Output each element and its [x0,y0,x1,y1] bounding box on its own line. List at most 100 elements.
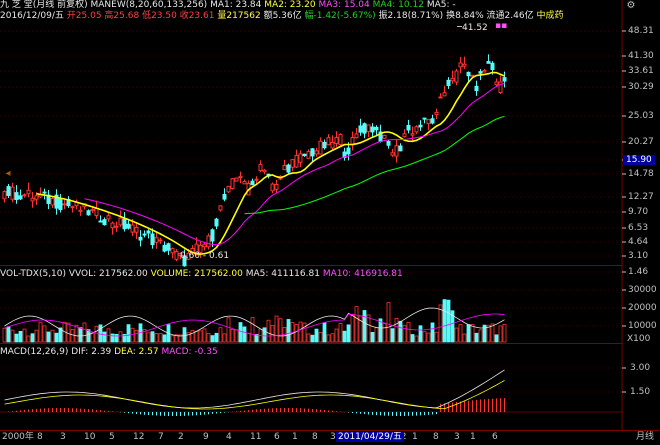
settings-icon[interactable]: ⚙ [624,0,638,12]
candle-body [138,236,143,241]
indicator-label[interactable]: MANEW(8,20,60,133,256) [91,0,208,10]
volume-bar [26,335,31,343]
volume-bar [238,322,243,343]
volume-bar [434,331,439,343]
dif-label: DIF: 2.39 [71,347,112,357]
macd-tick-label: 3.00 [630,363,651,373]
low-marker-extra: - 0.61 [202,251,230,261]
volume-bar [126,324,131,343]
volume-bar [78,327,83,343]
candle-body [170,248,175,254]
volume-bar [498,325,503,343]
candle-body [318,140,323,155]
macd-title[interactable]: MACD(12,26,9) [0,347,68,357]
volume-bar [362,310,367,343]
info-turnover: 换8.84% [446,11,484,21]
date-label: 11 [250,432,262,442]
candle-body [290,159,295,168]
candlestick-series [2,54,507,267]
candle-body [394,145,399,157]
macd-dif-line [4,369,505,409]
candle-body [70,206,75,209]
period-button[interactable]: 月线 [636,432,654,442]
candle-body [334,137,339,144]
volume-bar [474,332,479,343]
volume-bar [314,328,319,343]
candle-body [466,71,471,77]
ma3-label: MA3: 15.04 [318,0,370,10]
candle-body [422,117,427,120]
volume-bar [222,333,227,343]
volume-bar [294,324,299,343]
candle-body [270,183,275,192]
price-legend: 九 芝 堂(月线 前复权) MANEW(8,20,60,133,256) MA1… [0,0,456,10]
volume-title[interactable]: VOL-TDX(5,10) [0,269,66,279]
left-arrow-icon[interactable]: ◂ [1,168,15,180]
volume-bar [250,317,255,343]
macd-lines [4,369,505,410]
candle-body [122,218,127,230]
volume-bar [54,332,59,343]
candle-body [418,124,423,128]
volume-bar [386,302,391,343]
candle-body [258,163,263,172]
candle-body [110,222,115,229]
volume-bar [130,327,135,343]
ma2-label: MA2: 23.20 [264,0,316,10]
low-marker: 0.60 - 0.61 [180,251,229,261]
price-tick-label: 41.30 [628,51,654,61]
volume-bar [366,314,371,343]
candle-body [410,133,415,136]
low-marker-value: 0.60 [180,251,201,261]
volume-bar [394,318,399,343]
candle-body [482,70,487,73]
ma2-line [36,71,505,255]
price-tick-label: 4.64 [628,237,649,247]
macd-histogram [8,398,505,416]
volume-bar [458,324,463,343]
info-volume: 量217562 [217,11,261,21]
info-low: 低23.50 [142,11,177,21]
candle-body [298,153,303,163]
volume-bar [94,325,99,343]
candle-body [370,126,375,133]
volume-bar [270,325,275,343]
moving-average-lines [36,71,505,255]
info-date: 2016/12/09/五 [0,11,64,21]
volume-bar [102,331,107,343]
candle-body [78,209,83,212]
candle-body [454,70,459,83]
date-label: 5 [109,432,115,442]
chart-canvas [0,0,660,431]
volume-bar [442,299,447,343]
candle-body [366,124,371,133]
candle-body [34,195,39,200]
volume-bar [134,329,139,343]
candle-body [414,126,419,133]
volume-bar [42,325,47,343]
volume-bar [50,329,55,343]
date-label: 3 [454,432,460,442]
date-label: 2000年 [2,432,34,442]
candle-body [398,145,403,152]
candle-body [210,229,215,242]
candle-body [130,224,135,233]
candle-body [486,61,491,64]
info-float: 流通2.46亿 [486,11,534,21]
volume-bar [118,331,123,343]
candle-body [314,150,319,155]
candle-body [22,194,27,197]
candle-body [502,77,507,82]
info-high: 高25.68 [104,11,140,21]
volume-bar [30,333,35,343]
date-label: 6 [492,432,498,442]
date-label: 2011/04/29/五 [336,432,404,442]
volume-bar [246,332,251,343]
volume-bar [286,319,291,343]
volume-bar [46,331,51,343]
volume-bar [374,327,379,343]
date-label: 10 [84,432,96,442]
volume-grid [0,289,626,327]
price-tick-label: 14.78 [628,169,654,179]
candle-body [126,223,131,229]
